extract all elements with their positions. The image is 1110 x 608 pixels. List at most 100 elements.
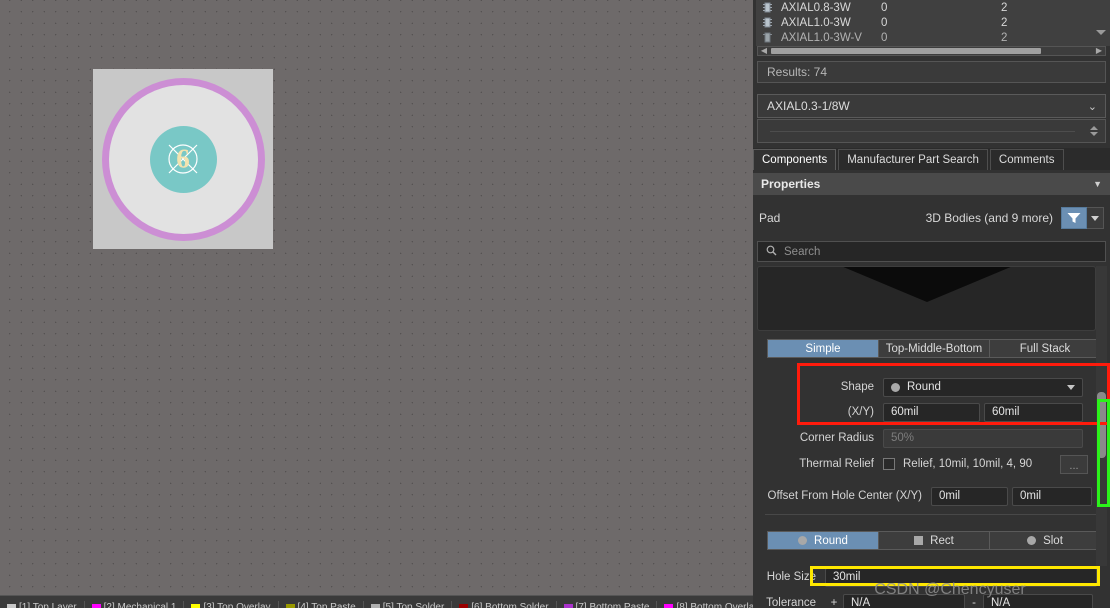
properties-header[interactable]: Properties ▼ [753, 173, 1110, 195]
layer-tab[interactable]: [4] Top Paste [279, 601, 364, 608]
stack-mode-segmented[interactable]: Simple Top-Middle-Bottom Full Stack [767, 339, 1101, 358]
layer-color-swatch [191, 604, 201, 608]
filter-dropdown-icon[interactable] [1087, 207, 1104, 229]
section-divider [765, 514, 1097, 515]
layer-tab[interactable]: [3] Top Overlay [184, 601, 279, 608]
spinner-placeholder-line [770, 130, 1075, 132]
hole-shape-rect[interactable]: Rect [879, 531, 990, 550]
spinner-arrows[interactable] [1087, 126, 1101, 136]
chevron-down-icon[interactable] [1067, 384, 1075, 390]
component-icon [762, 2, 773, 13]
panel-tabstrip[interactable]: Components Manufacturer Part Search Comm… [753, 148, 1110, 170]
pad-preview[interactable]: 6 [93, 69, 273, 249]
tab-comments[interactable]: Comments [989, 149, 1064, 170]
layer-tab-label: [5] Top Solder [382, 602, 445, 608]
component-name: AXIAL1.0-3W-V [781, 31, 862, 44]
footprint-combo[interactable]: AXIAL0.3-1/8W ⌄ [757, 94, 1106, 118]
scroll-right-icon[interactable]: ▶ [1093, 47, 1105, 55]
offset-y-input[interactable]: 0mil [1012, 486, 1092, 506]
selection-summary: 3D Bodies (and 9 more) [925, 211, 1053, 225]
list-item[interactable]: AXIAL1.0-3W-V 0 2 [756, 30, 1110, 45]
hole-shape-segmented[interactable]: Round Rect Slot [767, 531, 1101, 550]
offset-label: Offset From Hole Center (X/Y) [767, 490, 922, 502]
layer-tab-label: [3] Top Overlay [203, 602, 271, 608]
pad-size-x-input[interactable]: 60mil [883, 402, 980, 422]
tab-components[interactable]: Components [753, 149, 837, 170]
layer-color-swatch [563, 604, 573, 608]
layer-tab-label: [6] Bottom Solder [471, 602, 549, 608]
layer-tab[interactable]: [6] Bottom Solder [452, 601, 557, 608]
tab-label: Components [762, 154, 828, 166]
chevron-down-icon[interactable]: ▼ [1093, 179, 1102, 189]
spinner-up-icon[interactable] [1090, 126, 1098, 130]
offset-x-input[interactable]: 0mil [931, 486, 1008, 506]
layer-tab[interactable]: [5] Top Solder [364, 601, 453, 608]
shape-row: Shape Round [753, 376, 1110, 398]
round-shape-icon [798, 536, 808, 545]
thermal-relief-row: Thermal Relief Relief, 10mil, 10mil, 4, … [753, 453, 1110, 475]
segment-label: Full Stack [1019, 342, 1071, 355]
scrollbar-thumb[interactable] [771, 48, 1041, 54]
corner-radius-input[interactable]: 50% [883, 428, 1083, 448]
tab-label: Manufacturer Part Search [847, 154, 979, 166]
pad-size-y-input[interactable]: 60mil [984, 402, 1083, 422]
layer-tab-bar[interactable]: [1] Top Layer [2] Mechanical 1 [3] Top O… [0, 595, 753, 608]
stack-mode-simple[interactable]: Simple [767, 339, 879, 358]
list-item[interactable]: AXIAL1.0-3W 0 2 [756, 15, 1110, 30]
pad-size-label: (X/Y) [847, 406, 874, 418]
layer-color-swatch [91, 604, 101, 608]
segment-label: Round [814, 534, 848, 547]
layer-tab[interactable]: [7] Bottom Paste [557, 601, 658, 608]
stack-mode-top-middle-bottom[interactable]: Top-Middle-Bottom [879, 339, 990, 358]
list-horizontal-scrollbar[interactable]: ◀ ▶ [757, 46, 1106, 56]
application-window: 6 [1] Top Layer [2] Mechanical 1 [3] Top… [0, 0, 1110, 608]
properties-title: Properties [761, 177, 821, 191]
component-col2: 2 [1001, 1, 1008, 14]
list-item[interactable]: AXIAL0.8-3W 0 2 [756, 0, 1110, 15]
stack-mode-full-stack[interactable]: Full Stack [990, 339, 1101, 358]
component-name: AXIAL1.0-3W [781, 16, 851, 29]
results-count: Results: 74 [757, 61, 1106, 83]
hole-shape-slot[interactable]: Slot [990, 531, 1101, 550]
pad-stack-preview[interactable] [757, 266, 1096, 331]
layer-tab[interactable]: [8] Bottom Overlay [657, 601, 753, 608]
offset-from-hole-center-row: Offset From Hole Center (X/Y) 0mil 0mil [753, 485, 1110, 507]
component-list[interactable]: AXIAL0.8-3W 0 2 AXIAL1.0-3W 0 2 AXIAL1.0… [753, 0, 1110, 46]
corner-radius-label: Corner Radius [799, 432, 874, 444]
search-input[interactable]: Search [757, 241, 1106, 262]
component-col1: 0 [881, 1, 888, 14]
shape-value: Round [907, 381, 941, 393]
scrollbar-thumb[interactable] [1097, 392, 1106, 458]
footprint-combo-value: AXIAL0.3-1/8W [767, 99, 850, 113]
pad-size-row: (X/Y) 60mil 60mil [753, 401, 1110, 423]
shape-select[interactable]: Round [883, 377, 1083, 397]
slot-shape-icon [1027, 536, 1037, 545]
spinner-down-icon[interactable] [1090, 132, 1098, 136]
thermal-relief-label: Thermal Relief [799, 458, 874, 470]
component-icon [762, 32, 773, 43]
component-col1: 0 [881, 31, 888, 44]
watermark: CSDN @Chencyuser [874, 581, 1026, 598]
segment-label: Rect [930, 534, 954, 547]
scroll-left-icon[interactable]: ◀ [758, 47, 770, 55]
component-col2: 2 [1001, 31, 1008, 44]
thermal-relief-checkbox[interactable] [883, 458, 895, 470]
rect-shape-icon [914, 536, 924, 545]
filter-icon[interactable] [1061, 207, 1087, 229]
chevron-double-down-icon[interactable]: ⌄ [1088, 100, 1097, 113]
layer-tab[interactable]: [1] Top Layer [0, 601, 85, 608]
layer-color-swatch [285, 604, 295, 608]
pcb-canvas[interactable]: 6 [0, 0, 753, 595]
pad-shape-silhouette [840, 267, 1013, 302]
layer-tab-label: [4] Top Paste [297, 602, 356, 608]
thermal-relief-more-button[interactable]: ... [1060, 454, 1088, 474]
layer-tab[interactable]: [2] Mechanical 1 [85, 601, 185, 608]
search-placeholder: Search [784, 245, 821, 258]
quantity-spinner-field[interactable] [757, 119, 1106, 143]
pad-hole: 6 [149, 125, 217, 193]
list-scroll-down-icon[interactable] [1096, 30, 1106, 35]
shape-label: Shape [840, 381, 874, 393]
tolerance-plus-sign: + [830, 597, 838, 608]
hole-shape-round[interactable]: Round [767, 531, 879, 550]
tab-manufacturer-part-search[interactable]: Manufacturer Part Search [838, 149, 988, 170]
